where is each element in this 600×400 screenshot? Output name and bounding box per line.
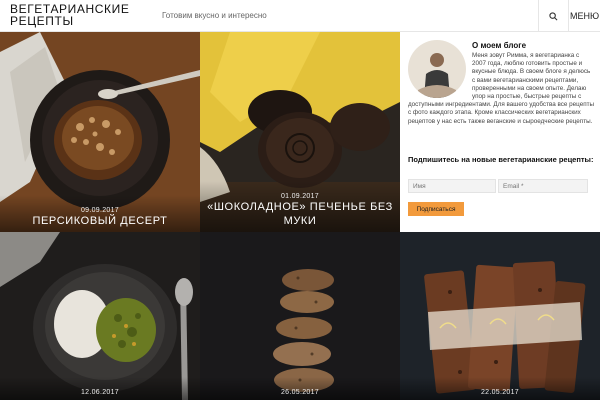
post-caption: 12.06.2017 xyxy=(0,377,200,400)
post-date: 22.05.2017 xyxy=(480,389,520,396)
site-header: ВЕГЕТАРИАНСКИЕ РЕЦЕПТЫ Готовим вкусно и … xyxy=(0,0,600,32)
post-image xyxy=(200,232,400,400)
search-icon xyxy=(549,11,558,20)
about-text: Меня зовут Римма, я вегетарианка с 2007 … xyxy=(408,52,594,126)
email-field[interactable] xyxy=(498,179,588,193)
post-date: 26.05.2017 xyxy=(280,389,320,396)
post-image xyxy=(400,232,600,400)
site-tagline: Готовим вкусно и интересно xyxy=(162,11,267,20)
post-title[interactable]: «ШОКОЛАДНОЕ» ПЕЧЕНЬЕ БЕЗ МУКИ xyxy=(204,200,396,228)
post-date: 01.09.2017 xyxy=(280,193,320,200)
post-card-4[interactable]: 26.05.2017 xyxy=(200,232,400,400)
site-logo[interactable]: ВЕГЕТАРИАНСКИЕ РЕЦЕПТЫ xyxy=(10,3,130,27)
post-date: 09.09.2017 xyxy=(80,207,120,214)
post-card-peach-dessert[interactable]: 09.09.2017 ПЕРСИКОВЫЙ ДЕСЕРТ xyxy=(0,32,200,232)
search-button[interactable] xyxy=(538,0,568,32)
menu-button[interactable]: МЕНЮ xyxy=(568,0,600,32)
post-card-chocolate-cookies[interactable]: 01.09.2017 «ШОКОЛАДНОЕ» ПЕЧЕНЬЕ БЕЗ МУКИ xyxy=(200,32,400,232)
about-title: О моем блоге xyxy=(472,41,527,50)
post-card-5[interactable]: 22.05.2017 xyxy=(400,232,600,400)
post-title[interactable]: ПЕРСИКОВЫЙ ДЕСЕРТ xyxy=(4,214,196,228)
subscribe-title: Подпишитесь на новые вегетарианские реце… xyxy=(408,155,594,164)
post-image xyxy=(0,232,200,400)
post-caption: 01.09.2017 «ШОКОЛАДНОЕ» ПЕЧЕНЬЕ БЕЗ МУКИ xyxy=(200,181,400,232)
post-date: 12.06.2017 xyxy=(80,389,120,396)
name-field[interactable] xyxy=(408,179,496,193)
post-caption: 09.09.2017 ПЕРСИКОВЫЙ ДЕСЕРТ xyxy=(0,195,200,232)
post-caption: 26.05.2017 xyxy=(200,377,400,400)
post-caption: 22.05.2017 xyxy=(400,377,600,400)
sidebar: О моем блоге Меня зовут Римма, я вегетар… xyxy=(400,32,600,232)
subscribe-button[interactable]: Подписаться xyxy=(408,202,464,216)
post-card-3[interactable]: 12.06.2017 xyxy=(0,232,200,400)
